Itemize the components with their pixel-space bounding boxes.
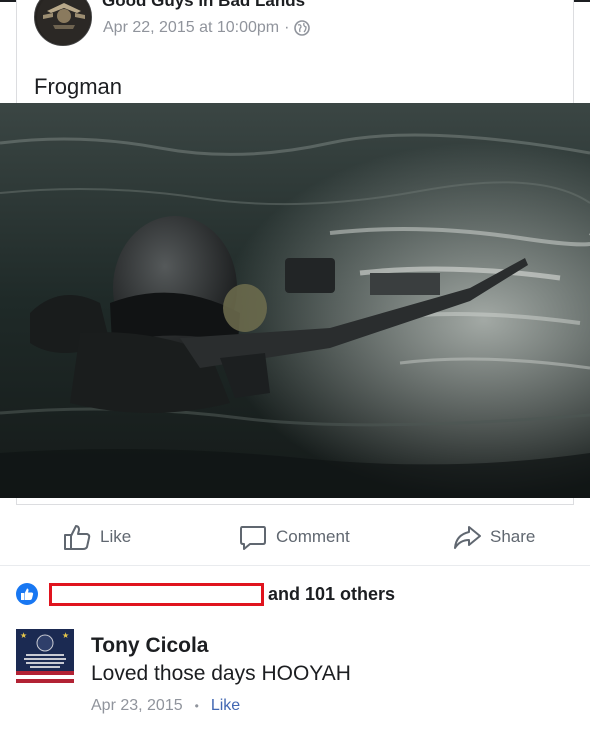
section-divider bbox=[0, 565, 590, 566]
comment-button[interactable]: Comment bbox=[238, 520, 350, 554]
globe-icon bbox=[294, 20, 311, 36]
commenter-avatar[interactable]: ★ ★ bbox=[16, 629, 74, 687]
meta-dot: · bbox=[284, 19, 290, 36]
svg-text:★: ★ bbox=[20, 631, 27, 640]
comment-icon bbox=[240, 526, 266, 550]
post-photo[interactable] bbox=[0, 103, 590, 498]
comment-text: Loved those days HOOYAH bbox=[91, 662, 351, 685]
like-button[interactable]: Like bbox=[62, 520, 131, 554]
post-meta: Apr 22, 2015 at 10:00pm · bbox=[103, 19, 311, 37]
comment-date[interactable]: Apr 23, 2015 bbox=[91, 697, 183, 715]
redacted-names bbox=[49, 583, 264, 606]
svg-text:★: ★ bbox=[62, 631, 69, 640]
share-label: Share bbox=[490, 527, 536, 546]
post-timestamp[interactable]: Apr 22, 2015 at 10:00pm bbox=[103, 19, 279, 37]
thumbs-up-icon bbox=[64, 525, 91, 550]
share-arrow-icon bbox=[454, 526, 481, 549]
memorial-flag-icon: ★ ★ bbox=[16, 629, 74, 687]
comment-label: Comment bbox=[276, 527, 350, 546]
frogman-photo bbox=[0, 103, 590, 498]
comment-meta: Apr 23, 2015 • Like bbox=[91, 697, 240, 715]
likes-summary[interactable]: and 101 others bbox=[268, 584, 395, 605]
actions-divider bbox=[16, 504, 574, 505]
like-label: Like bbox=[100, 527, 132, 546]
post-text: Frogman bbox=[34, 74, 123, 99]
page-name[interactable]: Good Guys in Bad Lands bbox=[102, 0, 305, 11]
commenter-name[interactable]: Tony Cicola bbox=[91, 634, 208, 658]
comment-separator: • bbox=[194, 699, 199, 713]
like-reaction-badge[interactable] bbox=[16, 583, 38, 605]
share-button[interactable]: Share bbox=[452, 520, 535, 554]
comment-like-link[interactable]: Like bbox=[211, 697, 240, 715]
thumbs-up-icon bbox=[21, 588, 34, 600]
